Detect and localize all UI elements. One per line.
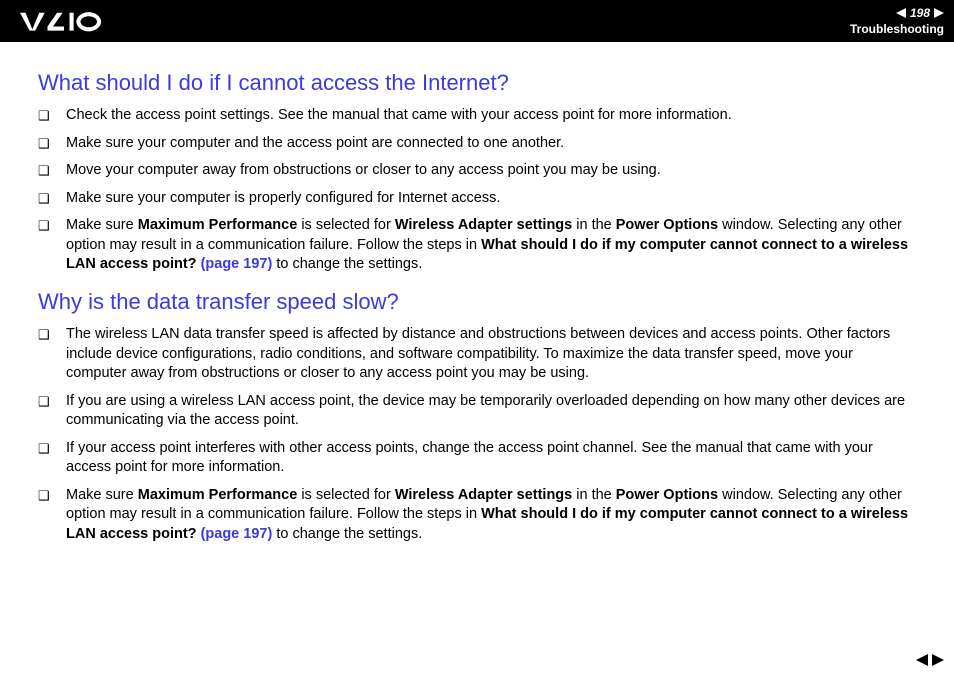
square-bullet-icon: ❑: [38, 325, 66, 344]
list-item: ❑Check the access point settings. See th…: [38, 106, 916, 126]
list-item-text: If your access point interferes with oth…: [66, 439, 916, 478]
section-heading: What should I do if I cannot access the …: [38, 70, 916, 96]
list-item: ❑Move your computer away from obstructio…: [38, 161, 916, 181]
list-item-text: Make sure your computer is properly conf…: [66, 189, 916, 209]
square-bullet-icon: ❑: [38, 486, 66, 505]
page-header: 198 Troubleshooting: [0, 0, 954, 42]
list-item: ❑Make sure your computer is properly con…: [38, 189, 916, 209]
vaio-logo: [20, 0, 130, 42]
list-item-text: If you are using a wireless LAN access p…: [66, 392, 916, 431]
list-item: ❑If you are using a wireless LAN access …: [38, 392, 916, 431]
list-item-text: Make sure Maximum Performance is selecte…: [66, 486, 916, 545]
page-navigator: 198: [896, 6, 944, 20]
bullet-list: ❑The wireless LAN data transfer speed is…: [38, 325, 916, 545]
prev-page-arrow-icon[interactable]: [896, 8, 906, 18]
square-bullet-icon: ❑: [38, 189, 66, 208]
square-bullet-icon: ❑: [38, 439, 66, 458]
list-item-text: Make sure Maximum Performance is selecte…: [66, 216, 916, 275]
list-item-text: Make sure your computer and the access p…: [66, 134, 916, 154]
list-item: ❑Make sure Maximum Performance is select…: [38, 216, 916, 275]
square-bullet-icon: ❑: [38, 106, 66, 125]
section-heading: Why is the data transfer speed slow?: [38, 289, 916, 315]
corner-navigator: [916, 654, 944, 666]
header-right: 198 Troubleshooting: [850, 6, 944, 36]
section-label: Troubleshooting: [850, 22, 944, 36]
page-number: 198: [910, 6, 930, 20]
list-item-text: Move your computer away from obstruction…: [66, 161, 916, 181]
list-item: ❑If your access point interferes with ot…: [38, 439, 916, 478]
square-bullet-icon: ❑: [38, 392, 66, 411]
square-bullet-icon: ❑: [38, 134, 66, 153]
square-bullet-icon: ❑: [38, 161, 66, 180]
corner-prev-arrow-icon[interactable]: [916, 654, 928, 666]
bullet-list: ❑Check the access point settings. See th…: [38, 106, 916, 275]
square-bullet-icon: ❑: [38, 216, 66, 235]
list-item: ❑The wireless LAN data transfer speed is…: [38, 325, 916, 384]
list-item: ❑Make sure your computer and the access …: [38, 134, 916, 154]
next-page-arrow-icon[interactable]: [934, 8, 944, 18]
list-item: ❑Make sure Maximum Performance is select…: [38, 486, 916, 545]
page-content: What should I do if I cannot access the …: [0, 42, 954, 545]
page-reference-link[interactable]: (page 197): [201, 526, 273, 542]
list-item-text: The wireless LAN data transfer speed is …: [66, 325, 916, 384]
corner-next-arrow-icon[interactable]: [932, 654, 944, 666]
list-item-text: Check the access point settings. See the…: [66, 106, 916, 126]
page-reference-link[interactable]: (page 197): [201, 256, 273, 272]
